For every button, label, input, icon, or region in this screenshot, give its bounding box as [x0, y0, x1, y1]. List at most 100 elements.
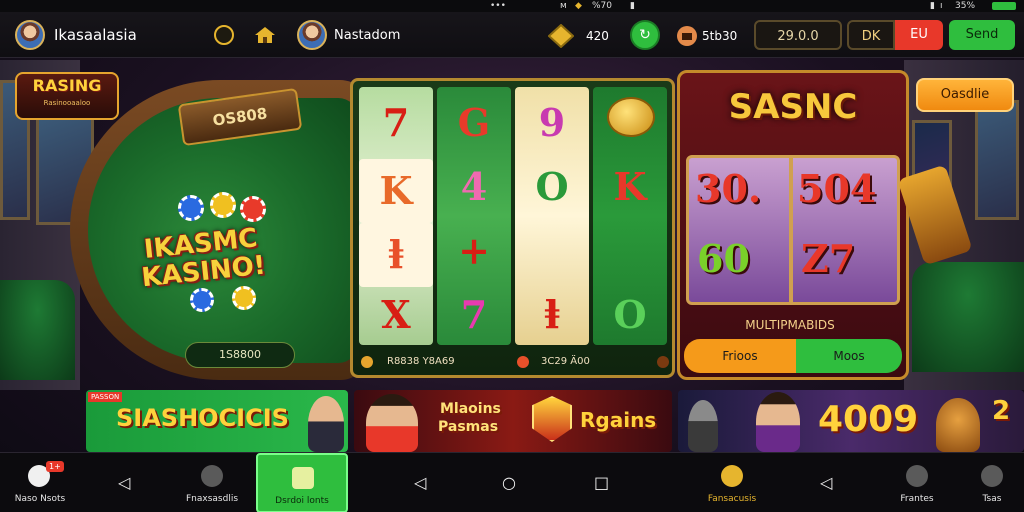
grid-divider [789, 158, 793, 302]
reel-4[interactable]: K O [593, 87, 667, 345]
bonus-number: 504 [797, 166, 877, 211]
reel-symbol: O [613, 292, 647, 337]
reel-symbol: 4 [460, 164, 488, 209]
wall-poster [975, 100, 1019, 220]
reel-2[interactable]: G 4 + 7 [437, 87, 511, 345]
bonus-right-button-label: Moos [833, 349, 865, 363]
top-bar: Ikasaalasia Nastadom 420 ↻ 5tb30 29.0.0 … [0, 12, 1024, 58]
person-icon [201, 465, 223, 487]
bottom-navigation: 1+ Naso Nsots ◁ Fnaxsasdlis Dsrdoi lonts… [0, 452, 1024, 512]
promo-banner-3-number: 4009 [818, 399, 919, 440]
refresh-icon[interactable]: ↻ [630, 20, 660, 50]
bonus-number: Z7 [801, 236, 856, 281]
home-icon[interactable] [254, 26, 276, 44]
status-item-5: ▮ [930, 1, 935, 11]
nav-label: Dsrdoi lonts [275, 496, 329, 506]
crown-icon [721, 465, 743, 487]
coin-icon [361, 356, 373, 368]
user-avatar[interactable] [15, 20, 45, 50]
table-sign-text: OS808 [211, 104, 269, 130]
reels-footer-left: R8838 Y8A69 [387, 356, 455, 367]
reel-1[interactable]: 7 K ⱡ X [359, 87, 433, 345]
status-bar: ••• ᴍ ◆ %70 ▮ ▮ ı 35% [0, 0, 1024, 12]
reel-3[interactable]: 9 O ⱡ [515, 87, 589, 345]
friends-icon [906, 465, 928, 487]
promo-banner-3[interactable]: 4009 2 [678, 390, 1024, 452]
balance-field[interactable]: 29.0.0 [754, 20, 842, 50]
coin-ring-icon[interactable] [214, 25, 234, 45]
bonus-panel: SASNC 30. 504 60 Z7 MULTIPMABIDS Frioos … [677, 70, 909, 380]
chip-stack [232, 286, 256, 310]
reel-symbol: ⱡ [544, 292, 560, 337]
reel-symbol: O [535, 164, 569, 209]
player-name: Nastadom [334, 28, 401, 43]
back-icon[interactable]: ◁ [820, 475, 832, 491]
coin-icon [657, 356, 669, 368]
nav-item-2[interactable]: Fnaxsasdlis [172, 453, 252, 512]
toggle-dk[interactable]: DK [847, 20, 895, 50]
notification-badge: 1+ [46, 461, 64, 472]
app-name: Ikasaalasia [54, 26, 137, 44]
recent-apps-icon[interactable]: □ [594, 475, 609, 491]
home-circle-icon[interactable]: ○ [502, 475, 516, 491]
bonus-right-button[interactable]: Moos [796, 339, 902, 373]
wallet-icon [677, 26, 697, 46]
profile-icon [981, 465, 1003, 487]
shield-icon [532, 396, 572, 442]
promo-banner-2[interactable]: Mlaoins Pasmas Rgains [354, 390, 672, 452]
reel-symbol: + [458, 228, 490, 273]
chip-stack [240, 196, 266, 222]
reels-footer-right: 3C29 Ä00 [541, 356, 590, 367]
orange-action-label: Oasdlie [940, 87, 990, 102]
promo-character [366, 394, 418, 452]
brand-subtitle: Rasinooaaloo [43, 99, 91, 107]
gold-coin-symbol [607, 97, 655, 137]
send-button-label: Send [965, 27, 999, 42]
background-table-left [0, 280, 75, 380]
status-item-1: ᴍ [560, 1, 567, 11]
brand-title: RASING [32, 76, 102, 95]
send-button[interactable]: Send [949, 20, 1015, 50]
back-icon[interactable]: ◁ [118, 475, 130, 491]
player-avatar[interactable] [297, 20, 327, 50]
promo-mascot [688, 400, 718, 452]
status-item-6: ı [940, 1, 943, 11]
reel-symbol: K [613, 164, 647, 209]
reel-symbol: K [359, 159, 433, 223]
table-counter: 1S8800 [185, 342, 295, 368]
bonus-number: 60 [697, 236, 750, 281]
back-icon[interactable]: ◁ [414, 475, 426, 491]
nav-label: Fnaxsasdlis [185, 494, 239, 504]
nav-item-5[interactable]: Frantes [880, 453, 954, 512]
background-table-right [912, 262, 1024, 372]
toggle-eu-label: EU [910, 27, 928, 42]
nav-label: Naso Nsots [14, 494, 66, 504]
promo-banner-2-text2: Pasmas [438, 419, 499, 435]
nav-item-active[interactable]: Dsrdoi lonts [256, 453, 348, 512]
orange-action-button[interactable]: Oasdlie [916, 78, 1014, 112]
bonus-left-button[interactable]: Frioos [684, 339, 796, 373]
nav-item-6[interactable]: Tsas [960, 453, 1024, 512]
promo-tag: PASSON [88, 392, 123, 402]
bonus-left-button-label: Frioos [722, 349, 758, 363]
chip-stack [178, 195, 204, 221]
reels-footer: R8838 Y8A69 3C29 Ä00 [359, 351, 669, 373]
promo-banner-2-text1: Mlaoins [440, 401, 501, 417]
toggle-eu[interactable]: EU [895, 20, 943, 50]
table-counter-value: 1S8800 [219, 348, 261, 361]
table-logo: IKASMC KASINO! [137, 223, 267, 293]
reel-symbol: 7 [460, 292, 488, 337]
bonus-number-grid: 30. 504 60 Z7 [686, 155, 900, 305]
bonus-number: 30. [695, 166, 762, 211]
promo-character [308, 396, 344, 452]
nav-item-home[interactable]: 1+ Naso Nsots [0, 453, 80, 512]
nav-label: Fansacusis [707, 494, 757, 504]
bonus-panel-title: SASNC [728, 87, 858, 127]
balance-value: 29.0.0 [777, 29, 819, 44]
promo-banner-1-text: SIASHOCICIS [116, 404, 289, 432]
lobby-icon [292, 467, 314, 489]
promo-banner-1[interactable]: PASSON SIASHOCICIS [86, 390, 348, 452]
nav-item-4[interactable]: Fansacusis [692, 453, 772, 512]
casino-app-screen: ••• ᴍ ◆ %70 ▮ ▮ ı 35% Ikasaalasia Nastad… [0, 0, 1024, 512]
gold-coin-icon [548, 24, 574, 48]
